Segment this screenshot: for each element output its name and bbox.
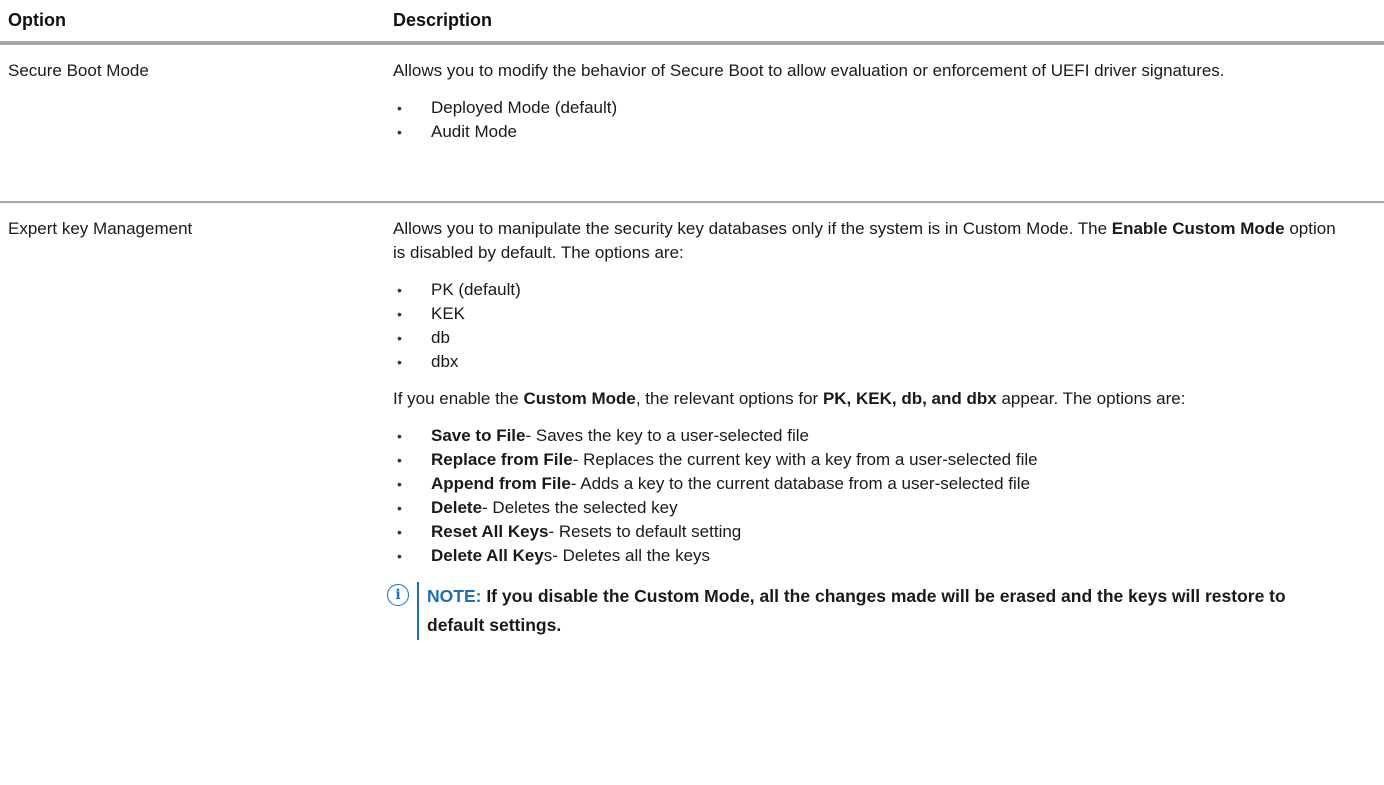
bullet-icon: • xyxy=(397,330,402,346)
custom-options-list: • Save to File- Saves the key to a user-s… xyxy=(393,424,1344,568)
table-row-secure-boot-mode: Secure Boot Mode Allows you to modify th… xyxy=(0,45,1384,203)
table-row-expert-key-management: Expert key Management Allows you to mani… xyxy=(0,203,1384,785)
info-icon: i xyxy=(387,584,409,606)
description-text: Allows you to manipulate the security ke… xyxy=(393,219,1336,262)
bullet-icon: • xyxy=(397,282,402,298)
list-item: • PK (default) xyxy=(393,278,1344,302)
bullet-icon: • xyxy=(397,500,402,516)
bullet-icon: • xyxy=(397,428,402,444)
description-text: Allows you to modify the behavior of Sec… xyxy=(393,61,1225,80)
bullet-icon: • xyxy=(397,100,402,116)
bullet-icon: • xyxy=(397,354,402,370)
header-description: Description xyxy=(393,10,493,30)
list-item: • KEK xyxy=(393,302,1344,326)
list-item: • db xyxy=(393,326,1344,350)
list-item: • Reset All Keys- Resets to default setti… xyxy=(393,520,1344,544)
option-name: Expert key Management xyxy=(8,219,193,238)
list-item: • dbx xyxy=(393,350,1344,374)
option-description: Allows you to manipulate the security ke… xyxy=(387,203,1384,785)
bullet-icon: • xyxy=(397,476,402,492)
bullet-icon: • xyxy=(397,124,402,140)
list-item: • Replace from File- Replaces the current… xyxy=(393,448,1344,472)
header-option: Option xyxy=(8,10,66,30)
list-item: • Delete All Keys- Deletes all the keys xyxy=(393,544,1344,568)
bullet-icon: • xyxy=(397,452,402,468)
bullet-icon: • xyxy=(397,524,402,540)
list-item: • Save to File- Saves the key to a user-s… xyxy=(393,424,1344,448)
custom-mode-text: If you enable the Custom Mode, the relev… xyxy=(393,389,1186,408)
mode-list: • Deployed Mode (default) • Audit Mode xyxy=(393,96,1344,144)
bullet-icon: • xyxy=(397,548,402,564)
bullet-icon: • xyxy=(397,306,402,322)
note-text: NOTE: If you disable the Custom Mode, al… xyxy=(427,586,1286,635)
list-item: • Deployed Mode (default) xyxy=(393,96,1344,120)
key-list: • PK (default) • KEK • db • dbx xyxy=(393,278,1344,374)
table-header: Option Description xyxy=(0,0,1384,45)
options-table: Option Description Secure Boot Mode Allo… xyxy=(0,0,1384,785)
option-description: Allows you to modify the behavior of Sec… xyxy=(393,45,1384,201)
list-item: • Append from File- Adds a key to the cur… xyxy=(393,472,1344,496)
note-divider xyxy=(417,582,419,640)
list-item: • Delete- Deletes the selected key xyxy=(393,496,1344,520)
option-name: Secure Boot Mode xyxy=(8,61,149,80)
note-box: i NOTE: If you disable the Custom Mode, … xyxy=(387,582,1344,640)
list-item: • Audit Mode xyxy=(393,120,1344,144)
